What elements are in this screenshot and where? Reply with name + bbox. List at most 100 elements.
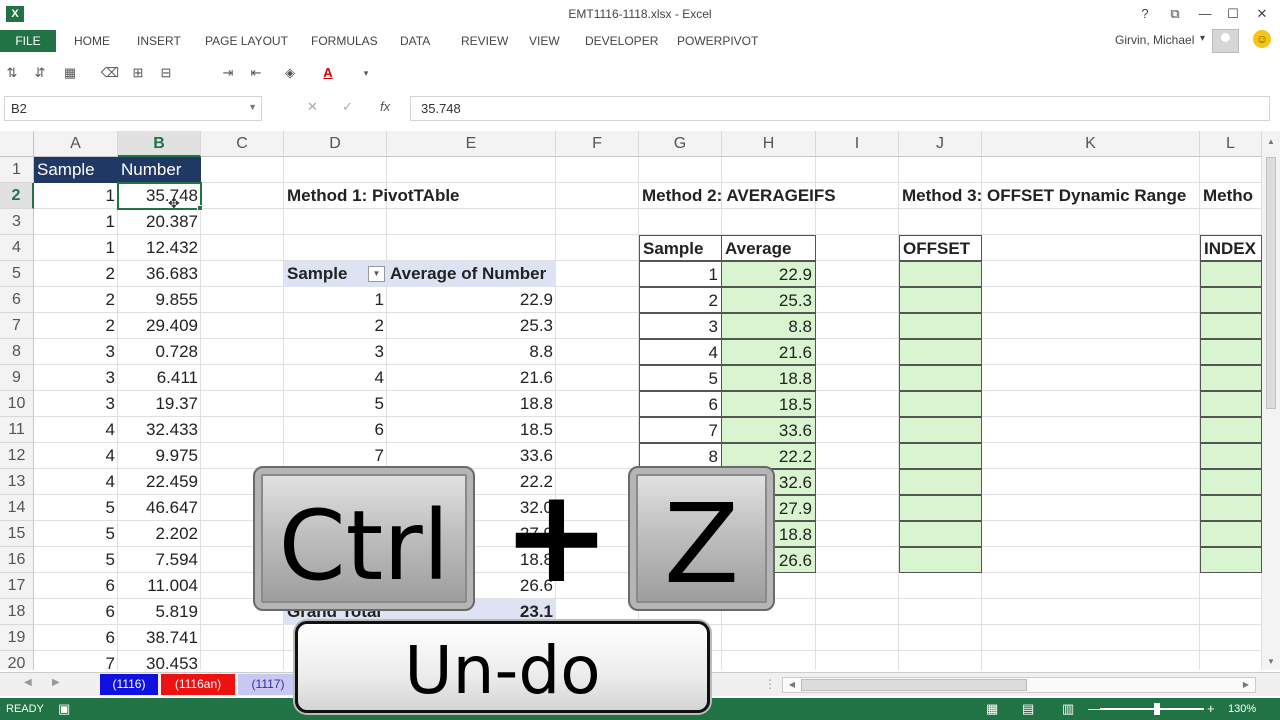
index-cell[interactable] — [1200, 443, 1262, 469]
cell-sample[interactable]: 5 — [34, 547, 118, 573]
formula-input[interactable]: 35.748 — [410, 96, 1270, 121]
page-layout-view-icon[interactable]: ▤ — [1022, 701, 1034, 717]
row-header-2[interactable]: 2 — [0, 183, 34, 209]
offset-cell[interactable] — [899, 547, 982, 573]
user-menu-chevron-icon[interactable]: ▾ — [1200, 33, 1205, 44]
split-handle-icon[interactable]: ⋮ — [764, 677, 776, 691]
zoom-slider[interactable] — [1100, 708, 1204, 710]
cell-sample[interactable]: 5 — [34, 495, 118, 521]
avg-sample[interactable]: 7 — [639, 417, 722, 443]
index-cell[interactable] — [1200, 365, 1262, 391]
avg-sample[interactable]: 1 — [639, 261, 722, 287]
index-header[interactable]: INDEX — [1200, 235, 1262, 261]
feedback-smiley-icon[interactable]: ☺ — [1253, 30, 1271, 48]
cell-number[interactable]: 46.647 — [118, 495, 201, 521]
row-header-4[interactable]: 4 — [0, 235, 34, 261]
avg-value[interactable]: 18.5 — [721, 391, 816, 417]
insert-function-icon[interactable]: fx — [380, 99, 390, 114]
pivot-row-label[interactable]: 2 — [284, 313, 387, 339]
row-header-1[interactable]: 1 — [0, 157, 34, 183]
offset-cell[interactable] — [899, 521, 982, 547]
offset-cell[interactable] — [899, 365, 982, 391]
fill-color-icon[interactable]: ◈ — [280, 64, 300, 82]
cell-sample[interactable]: 3 — [34, 365, 118, 391]
avg-sample[interactable]: 2 — [639, 287, 722, 313]
cancel-icon[interactable]: ✕ — [307, 99, 318, 115]
indent-decrease-icon[interactable]: ⇤ — [246, 64, 266, 82]
more-icon[interactable]: ▾ — [356, 64, 376, 82]
close-button[interactable]: ✕ — [1251, 4, 1273, 24]
scroll-right-icon[interactable]: ▶ — [1237, 678, 1255, 692]
pivot-header-average[interactable]: Average of Number — [387, 261, 556, 287]
cell-number[interactable]: 36.683 — [118, 261, 201, 287]
row-header-9[interactable]: 9 — [0, 365, 34, 391]
filter-icon[interactable]: ⇵ — [30, 64, 50, 82]
sheet-tab-1116an[interactable]: (1116an) — [161, 674, 235, 695]
chevron-down-icon[interactable]: ▼ — [248, 102, 257, 112]
table-format-icon[interactable]: ▦ — [60, 64, 80, 82]
help-icon[interactable]: ? — [1134, 4, 1156, 24]
tab-data[interactable]: DATA — [400, 30, 430, 52]
pivot-row-label[interactable]: 5 — [284, 391, 387, 417]
cell-sample[interactable]: 3 — [34, 391, 118, 417]
tab-file[interactable]: FILE — [0, 30, 56, 52]
column-header-c[interactable]: C — [201, 131, 284, 157]
sheet-next-icon[interactable]: ▶ — [52, 677, 60, 688]
row-header-10[interactable]: 10 — [0, 391, 34, 417]
index-cell[interactable] — [1200, 547, 1262, 573]
column-header-f[interactable]: F — [556, 131, 639, 157]
cell-sample[interactable]: 6 — [34, 599, 118, 625]
horizontal-scrollbar[interactable]: ◀ ▶ — [782, 677, 1256, 693]
cell-sample[interactable]: 7 — [34, 651, 118, 670]
pivot-row-label[interactable]: 1 — [284, 287, 387, 313]
tab-review[interactable]: REVIEW — [461, 30, 508, 52]
pivot-row-label[interactable]: 4 — [284, 365, 387, 391]
column-header-h[interactable]: H — [722, 131, 816, 157]
header-sample[interactable]: Sample — [34, 157, 118, 183]
enter-icon[interactable]: ✓ — [342, 99, 353, 115]
zoom-level[interactable]: 130% — [1228, 703, 1256, 715]
maximize-button[interactable]: ☐ — [1222, 4, 1244, 24]
font-color-icon[interactable]: A — [318, 64, 338, 82]
tab-powerpivot[interactable]: POWERPIVOT — [677, 30, 758, 52]
avg-sample[interactable]: 4 — [639, 339, 722, 365]
index-cell[interactable] — [1200, 391, 1262, 417]
offset-cell[interactable] — [899, 469, 982, 495]
index-cell[interactable] — [1200, 417, 1262, 443]
cell-number[interactable]: 2.202 — [118, 521, 201, 547]
cell-sample[interactable]: 6 — [34, 573, 118, 599]
tab-home[interactable]: HOME — [74, 30, 110, 52]
cell-number[interactable]: 0.728 — [118, 339, 201, 365]
pivot-value[interactable]: 18.8 — [387, 391, 556, 417]
cell-sample[interactable]: 1 — [34, 183, 118, 209]
cell-sample[interactable]: 4 — [34, 469, 118, 495]
borders-icon[interactable]: ⊞ — [128, 64, 148, 82]
horizontal-scroll-thumb[interactable] — [801, 679, 1027, 691]
normal-view-icon[interactable]: ▦ — [986, 701, 998, 717]
scroll-left-icon[interactable]: ◀ — [783, 678, 801, 692]
cell-number[interactable]: 11.004 — [118, 573, 201, 599]
cell-sample[interactable]: 6 — [34, 625, 118, 651]
avg-value[interactable]: 33.6 — [721, 417, 816, 443]
row-header-12[interactable]: 12 — [0, 443, 34, 469]
index-cell[interactable] — [1200, 339, 1262, 365]
row-header-20[interactable]: 20 — [0, 651, 34, 670]
column-header-e[interactable]: E — [387, 131, 556, 157]
cell-number[interactable]: 7.594 — [118, 547, 201, 573]
row-header-11[interactable]: 11 — [0, 417, 34, 443]
scroll-down-icon[interactable]: ▼ — [1262, 655, 1280, 669]
row-header-16[interactable]: 16 — [0, 547, 34, 573]
ribbon-display-options-icon[interactable]: ⧉ — [1164, 4, 1186, 24]
cell-sample[interactable]: 3 — [34, 339, 118, 365]
fill-handle[interactable] — [197, 205, 203, 211]
pivot-value[interactable]: 8.8 — [387, 339, 556, 365]
avg-header-average[interactable]: Average — [721, 235, 816, 261]
tab-view[interactable]: VIEW — [529, 30, 560, 52]
row-header-7[interactable]: 7 — [0, 313, 34, 339]
avg-value[interactable]: 21.6 — [721, 339, 816, 365]
cell-number[interactable]: 6.411 — [118, 365, 201, 391]
avg-value[interactable]: 25.3 — [721, 287, 816, 313]
cell-sample[interactable]: 5 — [34, 521, 118, 547]
merge-icon[interactable]: ⊟ — [156, 64, 176, 82]
offset-cell[interactable] — [899, 443, 982, 469]
